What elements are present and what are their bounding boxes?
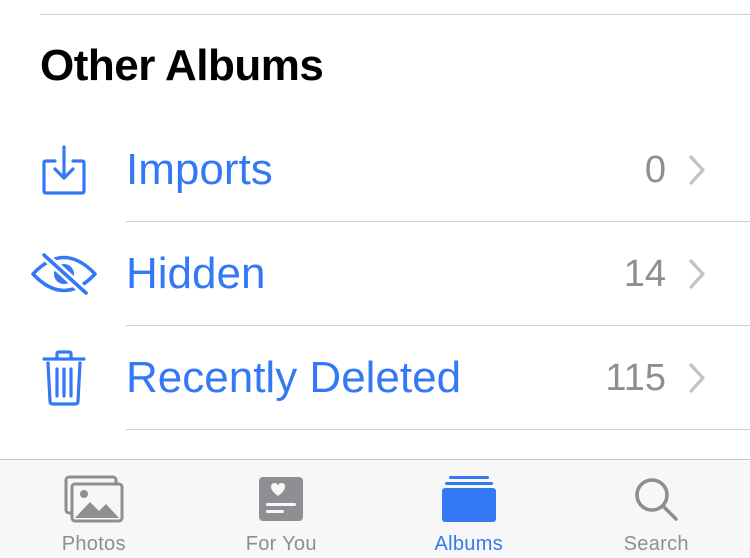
album-label-imports: Imports	[126, 145, 273, 194]
trash-icon	[28, 348, 100, 408]
photos-icon	[62, 472, 126, 526]
tab-for-you[interactable]: For You	[188, 460, 376, 558]
album-label-hidden: Hidden	[126, 249, 266, 298]
chevron-right-icon	[686, 361, 708, 395]
for-you-icon	[249, 472, 313, 526]
tab-photos[interactable]: Photos	[0, 460, 188, 558]
search-icon	[624, 472, 688, 526]
import-icon	[28, 140, 100, 200]
album-row-imports[interactable]: Imports 0	[0, 118, 750, 222]
albums-screen: Other Albums Imports 0 Hidden 14 Recentl…	[0, 0, 750, 558]
row-divider	[126, 429, 750, 430]
top-divider	[40, 14, 750, 15]
album-label-recently-deleted: Recently Deleted	[126, 353, 462, 402]
tab-label-search: Search	[623, 533, 689, 555]
section-title: Other Albums	[40, 41, 324, 90]
chevron-right-icon	[686, 257, 708, 291]
albums-icon	[437, 472, 501, 526]
album-row-recently-deleted[interactable]: Recently Deleted 115	[0, 326, 750, 430]
tab-bar: Photos For You Albums Search	[0, 459, 750, 558]
album-count-recently-deleted: 115	[605, 357, 666, 399]
tab-label-photos: Photos	[61, 533, 126, 555]
tab-albums[interactable]: Albums	[375, 460, 563, 558]
other-albums-list: Imports 0 Hidden 14 Recently Deleted 115	[0, 118, 750, 430]
album-row-hidden[interactable]: Hidden 14	[0, 222, 750, 326]
tab-search[interactable]: Search	[563, 460, 750, 558]
chevron-right-icon	[686, 153, 708, 187]
album-count-hidden: 14	[623, 253, 666, 295]
eye-slash-icon	[28, 244, 100, 304]
tab-label-albums: Albums	[434, 533, 503, 555]
tab-label-for-you: For You	[245, 533, 317, 555]
album-count-imports: 0	[644, 149, 666, 191]
